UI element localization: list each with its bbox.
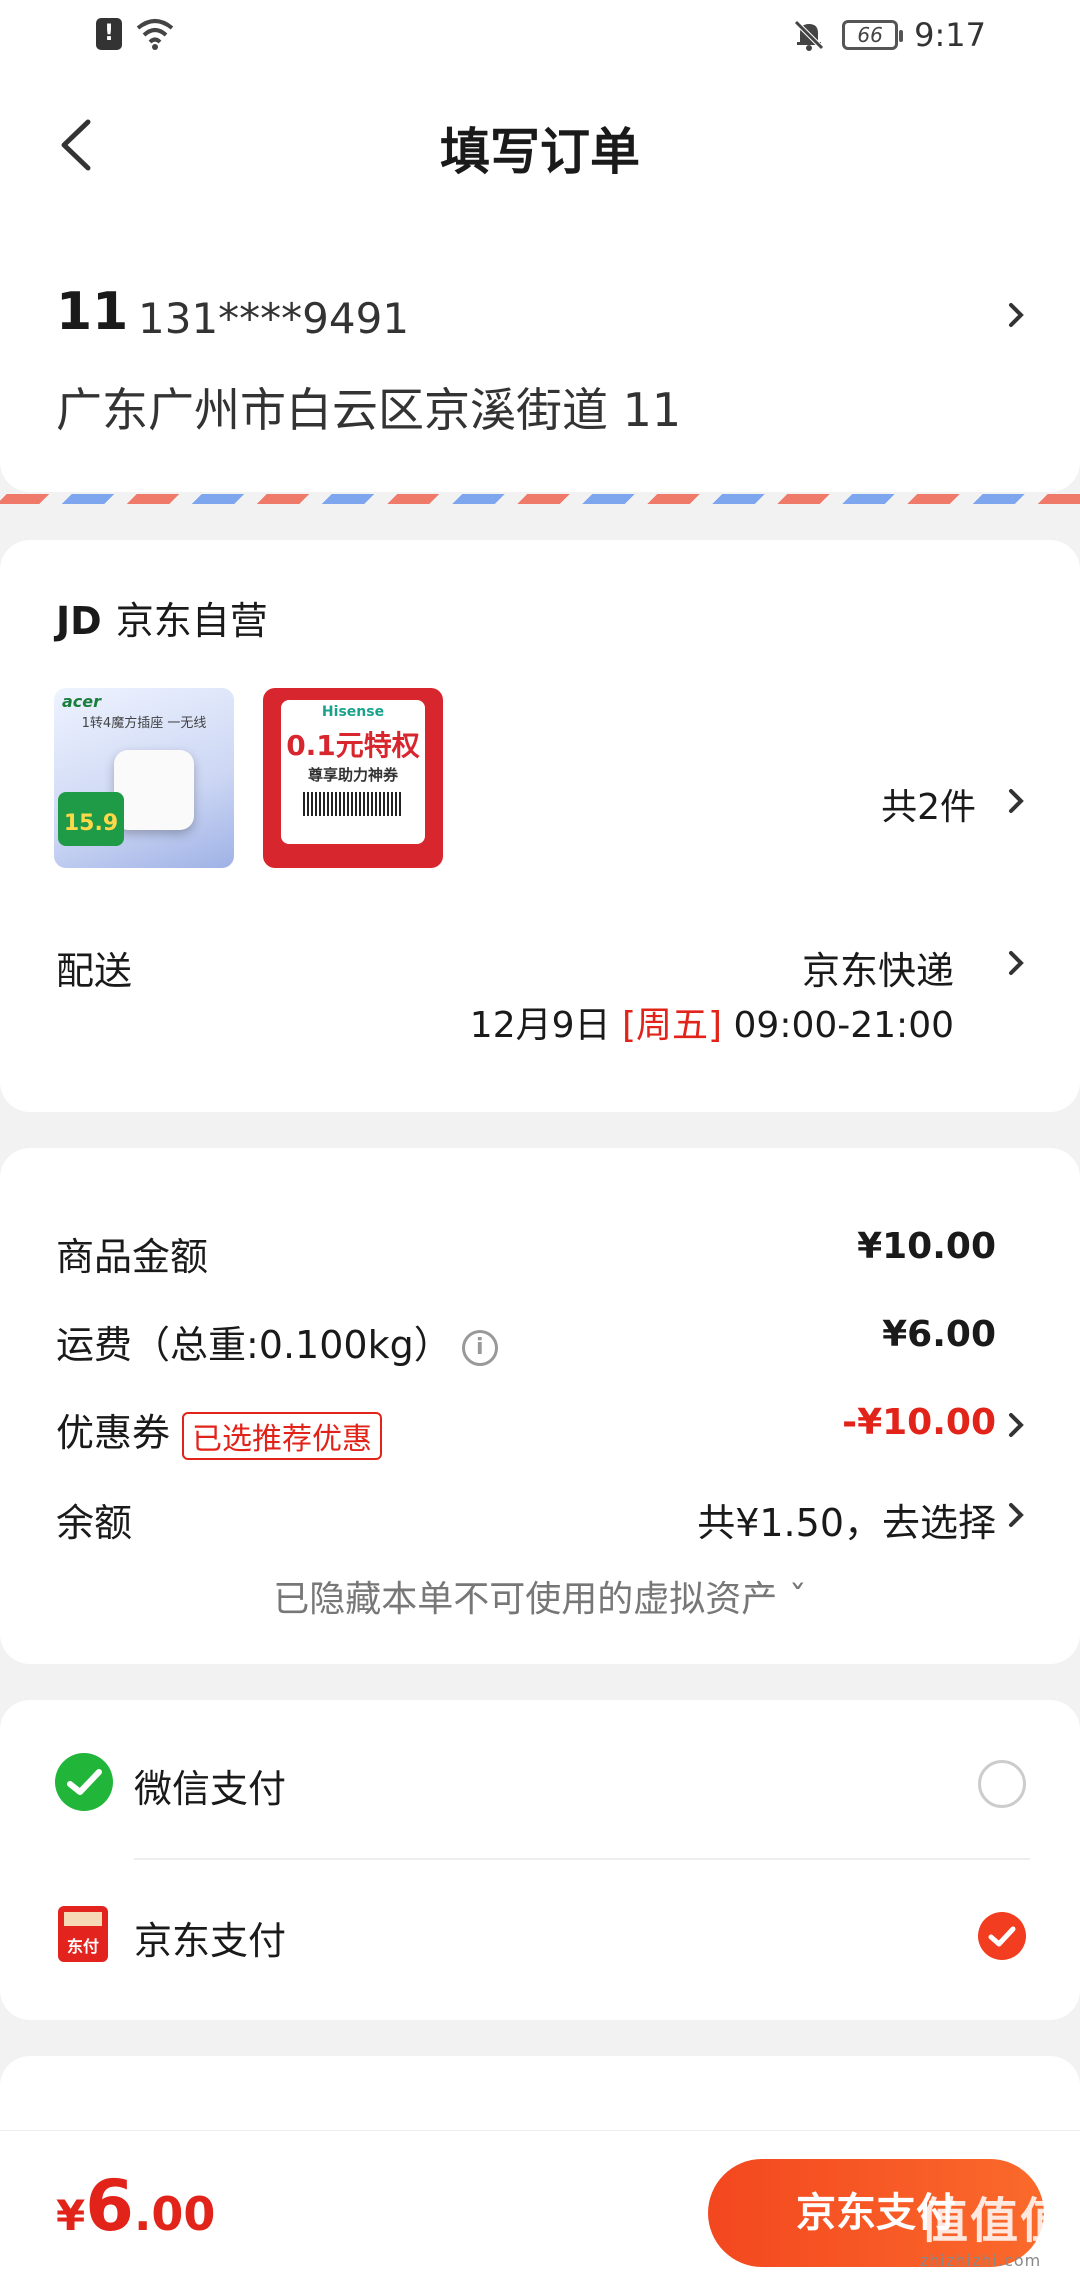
balance-value: 共¥1.50，去选择 [697,1501,996,1545]
payment-label: 京东支付 [134,1919,287,1963]
sim-alert-icon: ! [96,18,122,50]
freight-label: 运费（总重:0.100kg） i [56,1314,498,1369]
watermark-url: zhizhizhi.com [919,2251,1042,2270]
clock: 9:17 [914,16,986,54]
shop-name-label: 京东自营 [115,599,268,643]
radio-unchecked[interactable] [978,1760,1026,1808]
chevron-right-icon [1009,789,1024,813]
recipient-name: 11 [56,282,129,342]
delivery-time: 12月9日 [周五] 09:00-21:00 [470,996,954,1048]
payment-option-jdpay[interactable]: 东付 京东支付 [54,1896,1026,1976]
amount-decimal: .00 [133,2187,216,2241]
jd-pay-icon: 东付 [58,1906,108,1962]
coupon-tag: 已选推荐优惠 [182,1411,383,1460]
info-icon[interactable]: i [461,1329,498,1366]
envelope-stripe [0,494,1080,504]
divider [134,1858,1030,1860]
address-card[interactable]: 11 131****9491 广东广州市白云区京溪街道 11 [0,222,1080,492]
status-bar: ! 66 9:17 [0,0,1080,72]
power-strip-image [114,750,194,830]
product-headline: 0.1元特权 [286,729,420,762]
bell-muted-icon [794,20,824,51]
chevron-right-icon [1009,1413,1024,1437]
page-title: 填写订单 [440,123,640,181]
coupon-value: -¥10.00 [842,1402,996,1443]
delivery-date: 12月9日 [469,1005,611,1046]
battery-icon: 66 [842,20,904,50]
chevron-right-icon [1009,1503,1024,1527]
chevron-right-icon [1009,951,1024,975]
product-thumbnail[interactable]: Hisense 0.1元特权 尊享助力神券 [263,688,443,868]
page-header: 填写订单 [0,72,1080,222]
balance-label: 余额 [56,1501,133,1545]
shipping-label: 配送 [56,949,133,993]
price-badge: 15.9 [58,792,124,846]
goods-amount-value: ¥10.00 [857,1226,996,1267]
wechat-pay-icon [55,1753,113,1811]
watermark: 值值值 zhizhizhi.com [920,2181,1070,2270]
product-caption: 1转4魔方插座 一无线 [81,716,207,731]
product-subline: 尊享助力神券 [307,766,398,784]
item-count[interactable]: 共2件 [881,778,976,830]
payment-option-wechat[interactable]: 微信支付 [54,1744,1026,1824]
recipient-phone: 131****9491 [138,294,410,343]
delivery-weekday: [周五] [621,1005,723,1046]
coupon-row[interactable]: 优惠券 已选推荐优惠 -¥10.00 [56,1402,1024,1462]
svg-text:东付: 东付 [67,1937,99,1956]
wifi-icon [136,19,174,50]
total-price: ¥6.00 [56,2165,215,2247]
coupon-label-text: 优惠券 [56,1411,171,1455]
hidden-assets-toggle[interactable]: 已隐藏本单不可使用的虚拟资产 ˇ [0,1570,1080,1622]
freight-row: 运费（总重:0.100kg） i ¥6.00 [56,1314,1024,1374]
checkout-bar: ¥6.00 京东支付 值值值 zhizhizhi.com [0,2130,1080,2280]
freight-value: ¥6.00 [882,1314,996,1355]
shop-name: JD 京东自营 [56,590,268,645]
freight-label-text: 运费（总重:0.100kg） [56,1323,452,1367]
product-brand: acer [62,692,102,711]
currency-symbol: ¥ [56,2191,86,2240]
barcode-graphic [303,792,403,816]
shop-card: JD 京东自营 acer 1转4魔方插座 一无线 15.9 Hisense 0.1… [0,540,1080,1112]
radio-checked[interactable] [978,1912,1026,1960]
shipping-method[interactable]: 京东快递 [802,940,954,995]
amount-integer: 6 [85,2165,134,2247]
jd-logo: JD [56,599,102,643]
check-icon [988,1926,1016,1947]
price-summary-card: 商品金额 ¥10.00 运费（总重:0.100kg） i ¥6.00 优惠券 已选推… [0,1148,1080,1664]
payment-card: 微信支付 东付 京东支付 [0,1700,1080,2020]
payment-label: 微信支付 [134,1767,287,1811]
balance-row[interactable]: 余额 共¥1.50，去选择 [56,1492,1024,1552]
goods-amount-row: 商品金额 ¥10.00 [56,1226,1024,1286]
product-brand: Hisense [321,704,385,720]
goods-amount-label: 商品金额 [56,1235,209,1279]
coupon-label: 优惠券 已选推荐优惠 [56,1402,383,1460]
address-line: 广东广州市白云区京溪街道 11 [56,383,682,437]
product-thumbnail[interactable]: acer 1转4魔方插座 一无线 15.9 [54,688,234,868]
watermark-logo: 值值值 [919,2193,1070,2249]
chevron-right-icon [1009,303,1024,327]
delivery-window: 09:00-21:00 [733,1005,954,1046]
